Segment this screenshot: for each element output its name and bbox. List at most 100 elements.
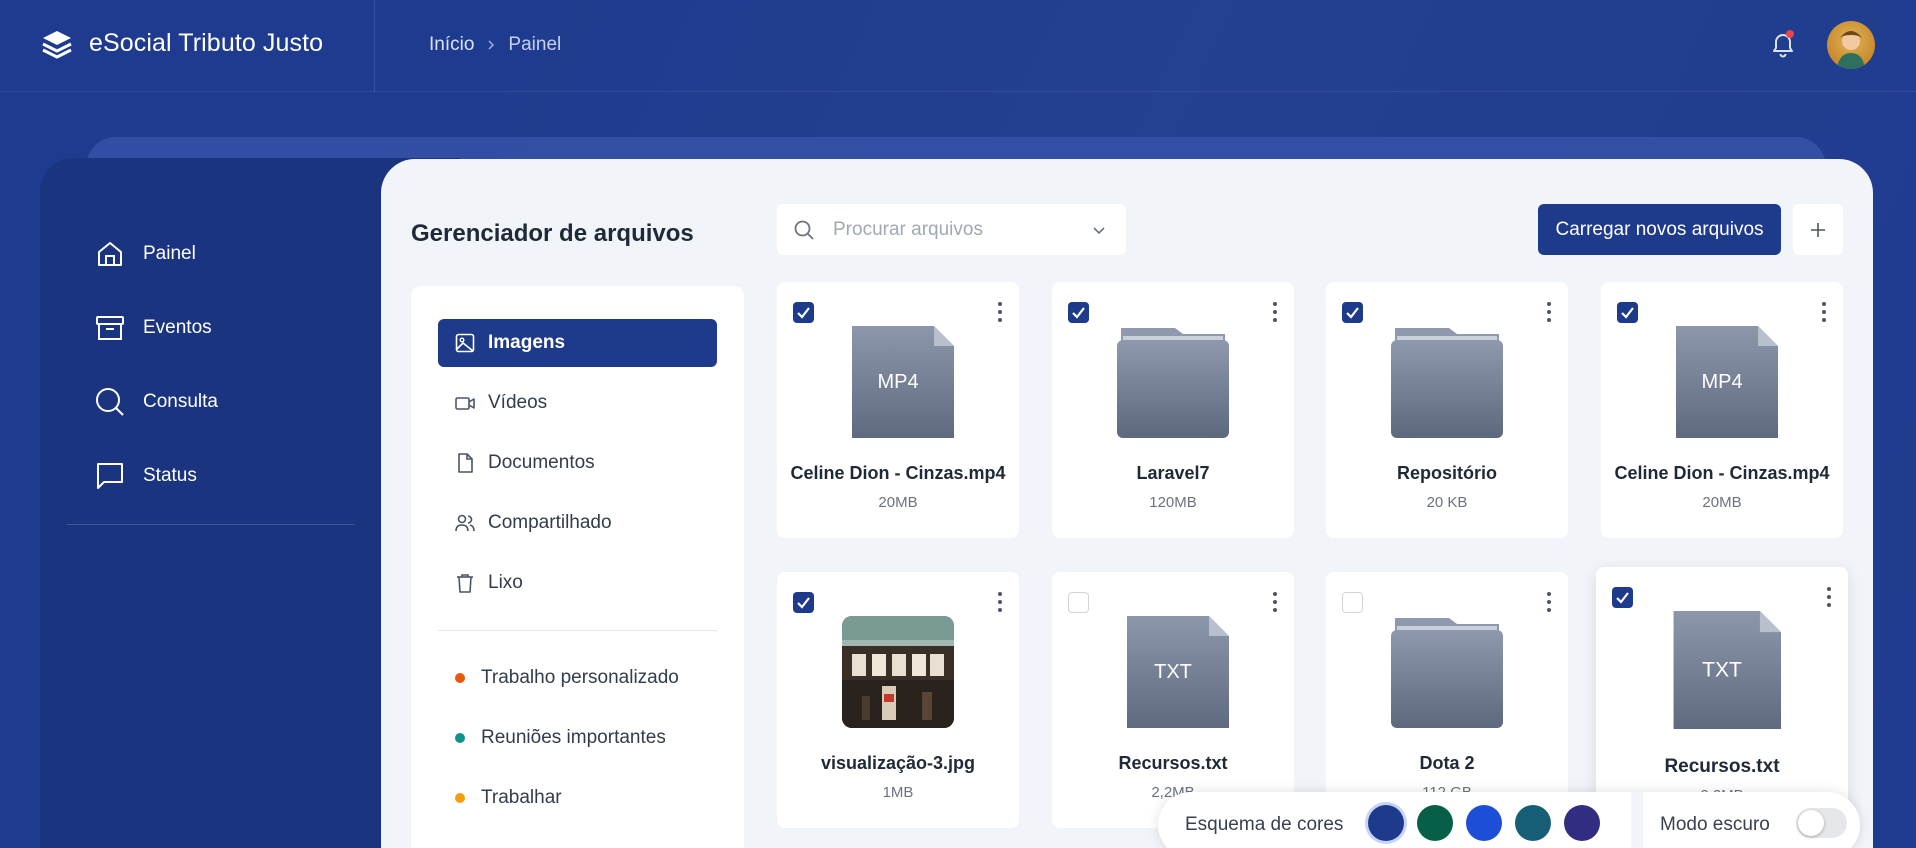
- filter-videos[interactable]: Vídeos: [438, 379, 717, 427]
- add-button[interactable]: [1793, 204, 1843, 255]
- avatar[interactable]: [1827, 21, 1875, 69]
- tag-trabalho-personalizado[interactable]: Trabalho personalizado: [455, 667, 679, 689]
- filter-lixo[interactable]: Lixo: [438, 559, 717, 607]
- more-vertical-icon[interactable]: [1546, 590, 1552, 614]
- header-divider: [374, 0, 375, 92]
- message-square-icon: [97, 463, 123, 489]
- file-checkbox[interactable]: [1068, 592, 1089, 613]
- folder-icon: [1391, 328, 1503, 438]
- file-name: Celine Dion - Cinzas.mp4: [790, 463, 1006, 483]
- color-swatch-blue-dark[interactable]: [1368, 805, 1404, 841]
- sidebar-item-label: Eventos: [143, 317, 212, 338]
- more-vertical-icon[interactable]: [1546, 300, 1552, 324]
- file-icon: MP4: [1676, 326, 1778, 438]
- sidebar-nav: Painel Eventos Consulta Status: [94, 217, 218, 513]
- color-scheme-bar: Esquema de cores Modo escuro: [1158, 792, 1860, 848]
- users-icon: [455, 514, 475, 532]
- image-thumbnail: [842, 616, 954, 728]
- layers-logo-icon: [42, 31, 72, 59]
- search-input[interactable]: Procurar arquivos: [777, 204, 1126, 255]
- file-name: Repositório: [1396, 463, 1497, 483]
- file-checkbox[interactable]: [1068, 302, 1089, 323]
- tag-reunioes-importantes[interactable]: Reuniões importantes: [455, 727, 666, 749]
- color-scheme-label: Esquema de cores: [1185, 814, 1344, 835]
- tag-dot: [455, 733, 465, 743]
- tag-label: Trabalhar: [481, 787, 562, 808]
- file-card[interactable]: TXT Recursos.txt 2,2MB: [1052, 572, 1294, 828]
- folder-card[interactable]: Laravel7 120MB: [1052, 282, 1294, 538]
- file-checkbox[interactable]: [1617, 302, 1638, 323]
- sidebar-item-eventos[interactable]: Eventos: [94, 291, 218, 365]
- header-bottom-border: [0, 91, 1916, 92]
- trash-icon: [457, 574, 473, 593]
- filter-panel: Imagens Vídeos Documentos Compartilhado …: [411, 286, 744, 848]
- file-size: 20MB: [1702, 494, 1742, 511]
- file-checkbox[interactable]: [1342, 302, 1363, 323]
- color-swatch-blue[interactable]: [1466, 805, 1502, 841]
- more-vertical-icon[interactable]: [1826, 585, 1832, 609]
- file-name: Dota 2: [1419, 753, 1475, 773]
- search-placeholder: Procurar arquivos: [833, 218, 983, 240]
- tag-trabalhar[interactable]: Trabalhar: [455, 787, 562, 809]
- sidebar-item-painel[interactable]: Painel: [94, 217, 218, 291]
- color-swatch-indigo[interactable]: [1564, 805, 1600, 841]
- folder-icon: [1117, 328, 1229, 438]
- file-name: Laravel7: [1136, 463, 1210, 483]
- file-name: Recursos.txt: [1118, 753, 1228, 773]
- toggle-knob: [1798, 810, 1824, 836]
- file-checkbox[interactable]: [793, 592, 814, 613]
- filter-compartilhado[interactable]: Compartilhado: [438, 499, 717, 547]
- file-type-label: MP4: [1701, 371, 1742, 393]
- folder-card[interactable]: Dota 2 112 GB: [1326, 572, 1568, 828]
- image-icon: [455, 333, 475, 353]
- dark-mode-label: Modo escuro: [1660, 814, 1770, 835]
- dark-mode-toggle[interactable]: [1796, 808, 1847, 838]
- more-vertical-icon[interactable]: [997, 300, 1003, 324]
- file-checkbox[interactable]: [793, 302, 814, 323]
- archive-icon: [96, 316, 124, 340]
- sidebar-item-consulta[interactable]: Consulta: [94, 365, 218, 439]
- color-swatch-green[interactable]: [1417, 805, 1453, 841]
- file-size: 120MB: [1149, 494, 1197, 511]
- file-name: Recursos.txt: [1664, 756, 1780, 777]
- page-title: Gerenciador de arquivos: [411, 220, 694, 247]
- file-icon: TXT: [1127, 616, 1229, 728]
- more-vertical-icon[interactable]: [1821, 300, 1827, 324]
- filter-imagens[interactable]: Imagens: [438, 319, 717, 367]
- file-type-label: TXT: [1702, 658, 1742, 681]
- folder-card[interactable]: Repositório 20 KB: [1326, 282, 1568, 538]
- sidebar-item-label: Status: [143, 465, 197, 486]
- breadcrumb-home-link[interactable]: Início: [429, 34, 474, 56]
- tag-dot: [455, 673, 465, 683]
- file-size: 20 KB: [1426, 494, 1468, 511]
- filter-documentos[interactable]: Documentos: [438, 439, 717, 487]
- sidebar-item-label: Painel: [143, 243, 196, 264]
- file-card[interactable]: MP4 Celine Dion - Cinzas.mp4 20MB: [777, 282, 1019, 538]
- tag-dot: [455, 793, 465, 803]
- filter-divider: [438, 630, 717, 631]
- file-checkbox[interactable]: [1342, 592, 1363, 613]
- file-icon: MP4: [852, 326, 954, 438]
- file-icon: TXT: [1673, 611, 1781, 729]
- filter-label: Compartilhado: [488, 512, 612, 533]
- top-header: eSocial Tributo Justo Início Painel: [0, 0, 1916, 92]
- search-icon: [96, 388, 124, 416]
- more-vertical-icon[interactable]: [997, 590, 1003, 614]
- scheme-separator: [1631, 792, 1643, 848]
- more-vertical-icon[interactable]: [1272, 590, 1278, 614]
- color-swatch-teal[interactable]: [1515, 805, 1551, 841]
- chevron-right-icon: [488, 40, 495, 50]
- file-card[interactable]: MP4 Celine Dion - Cinzas.mp4 20MB: [1601, 282, 1843, 538]
- upload-files-button[interactable]: Carregar novos arquivos: [1538, 204, 1781, 255]
- image-card[interactable]: visualização-3.jpg 1MB: [777, 572, 1019, 828]
- breadcrumb: Início Painel: [429, 34, 561, 56]
- file-icon: [458, 453, 473, 473]
- sidebar-divider: [67, 524, 354, 525]
- file-checkbox[interactable]: [1612, 587, 1633, 608]
- more-vertical-icon[interactable]: [1272, 300, 1278, 324]
- breadcrumb-current: Painel: [508, 34, 562, 55]
- file-name: visualização-3.jpg: [820, 753, 976, 773]
- chevron-down-icon[interactable]: [1090, 221, 1108, 239]
- file-type-label: TXT: [1154, 661, 1192, 683]
- sidebar-item-status[interactable]: Status: [94, 439, 218, 513]
